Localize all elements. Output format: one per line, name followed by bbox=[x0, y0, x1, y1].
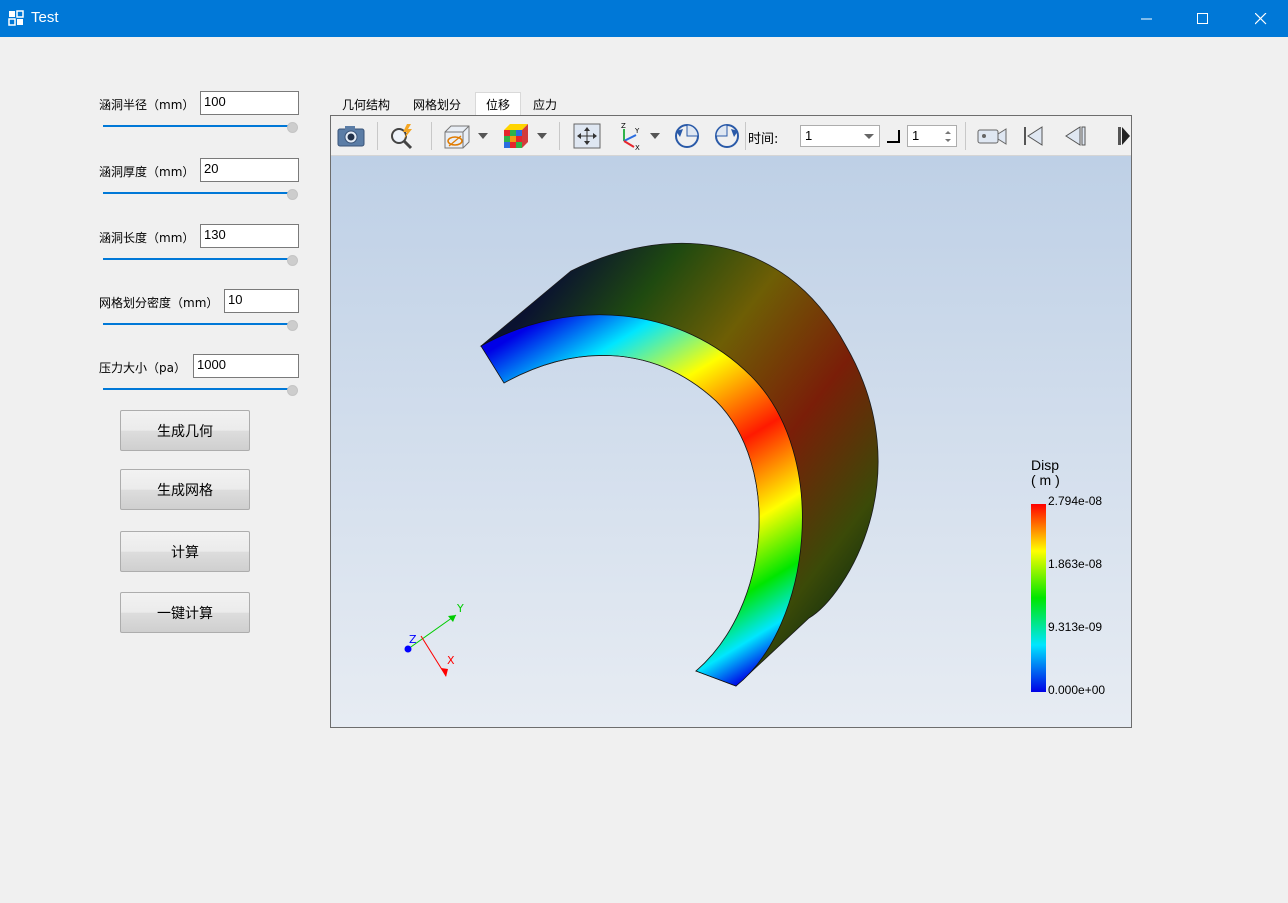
frame-spinbox[interactable]: 1 bbox=[907, 125, 957, 147]
legend-tick-mid-high: 1.863e-08 bbox=[1048, 557, 1103, 571]
minimize-button[interactable] bbox=[1124, 0, 1170, 37]
displacement-model: Y Z X bbox=[404, 242, 879, 687]
close-icon bbox=[1255, 12, 1267, 24]
legend-tick-max: 2.794e-08 bbox=[1048, 494, 1103, 508]
generate-mesh-button[interactable]: 生成网格 bbox=[120, 469, 250, 510]
radius-input[interactable]: 100 bbox=[200, 91, 299, 115]
cube-color-dropdown-arrow[interactable] bbox=[537, 133, 547, 139]
slider-track bbox=[103, 125, 289, 127]
slider-track bbox=[103, 323, 289, 325]
next-frame-icon[interactable] bbox=[1111, 121, 1131, 151]
tab-geometry[interactable]: 几何结构 bbox=[334, 92, 398, 116]
surface-style-dropdown-arrow[interactable] bbox=[478, 133, 488, 139]
param-label-radius: 涵洞半径（mm） bbox=[99, 98, 195, 112]
title-bar: Test bbox=[0, 0, 1288, 37]
legend-title: Disp ( m ) bbox=[1031, 458, 1060, 488]
fit-view-icon[interactable] bbox=[571, 121, 603, 151]
axes-orient-dropdown-arrow[interactable] bbox=[650, 133, 660, 139]
param-label-length: 涵洞长度（mm） bbox=[99, 231, 195, 245]
slider-track bbox=[103, 258, 289, 260]
legend-title-unit: ( m ) bbox=[1031, 472, 1060, 488]
legend-tick-mid-low: 9.313e-09 bbox=[1048, 620, 1103, 634]
video-camera-icon[interactable] bbox=[976, 121, 1008, 151]
thickness-slider[interactable] bbox=[103, 189, 299, 200]
rotate-ccw-icon[interactable] bbox=[671, 121, 703, 151]
toolbar-separator bbox=[745, 122, 746, 150]
spin-up-icon[interactable] bbox=[945, 131, 951, 134]
axes-orient-icon[interactable]: ZY X bbox=[613, 121, 645, 151]
legend-colorbar bbox=[1031, 504, 1046, 692]
tab-stress[interactable]: 应力 bbox=[525, 92, 565, 116]
slider-handle[interactable] bbox=[287, 122, 298, 133]
one-click-compute-button[interactable]: 一键计算 bbox=[120, 592, 250, 633]
slider-handle[interactable] bbox=[287, 320, 298, 331]
pressure-input[interactable]: 1000 bbox=[193, 354, 299, 378]
param-label-mesh-density: 网格划分密度（mm） bbox=[99, 296, 219, 310]
time-checkbox[interactable] bbox=[887, 130, 900, 143]
zoom-flash-icon[interactable] bbox=[386, 121, 418, 151]
length-input[interactable]: 130 bbox=[200, 224, 299, 248]
app-icon bbox=[8, 10, 24, 26]
maximize-button[interactable] bbox=[1180, 0, 1226, 37]
tab-mesh[interactable]: 网格划分 bbox=[405, 92, 469, 116]
camera-icon[interactable] bbox=[335, 121, 367, 151]
legend-title-quantity: Disp bbox=[1031, 457, 1060, 473]
minimize-icon bbox=[1141, 18, 1152, 19]
slider-handle[interactable] bbox=[287, 189, 298, 200]
generate-geometry-button[interactable]: 生成几何 bbox=[120, 410, 250, 451]
axis-y-label: Y bbox=[456, 602, 464, 615]
time-select-value: 1 bbox=[805, 128, 813, 143]
surface-style-icon[interactable] bbox=[441, 121, 473, 151]
chevron-down-icon bbox=[864, 134, 874, 139]
maximize-icon bbox=[1197, 12, 1208, 24]
thickness-input[interactable]: 20 bbox=[200, 158, 299, 182]
slider-handle[interactable] bbox=[287, 255, 298, 266]
first-frame-icon[interactable] bbox=[1017, 121, 1049, 151]
spin-down-icon[interactable] bbox=[945, 139, 951, 142]
previous-frame-icon[interactable] bbox=[1059, 121, 1091, 151]
viewer-toolbar: ZY X 时间: 1 1 bbox=[331, 116, 1131, 156]
svg-text:X: X bbox=[635, 144, 640, 151]
length-slider[interactable] bbox=[103, 255, 299, 266]
param-label-thickness: 涵洞厚度（mm） bbox=[99, 165, 195, 179]
rotate-cw-icon[interactable] bbox=[711, 121, 743, 151]
time-label: 时间: bbox=[748, 132, 779, 147]
frame-spinbox-value: 1 bbox=[912, 128, 920, 143]
viewer-panel: ZYX 时间: 1 1 Y Z X Disp (m) 2.794e-08 1… bbox=[330, 115, 1132, 728]
time-select[interactable]: 1 bbox=[800, 125, 880, 147]
slider-track bbox=[103, 388, 289, 390]
toolbar-separator bbox=[377, 122, 378, 150]
close-button[interactable] bbox=[1238, 0, 1284, 37]
toolbar-separator bbox=[559, 122, 560, 150]
svg-text:Z: Z bbox=[621, 122, 626, 130]
toolbar-separator bbox=[431, 122, 432, 150]
slider-track bbox=[103, 192, 289, 194]
cube-color-icon[interactable] bbox=[499, 121, 531, 151]
legend-tick-min: 0.000e+00 bbox=[1048, 683, 1106, 697]
toolbar-separator bbox=[965, 122, 966, 150]
param-label-pressure: 压力大小（pa） bbox=[99, 361, 186, 375]
axis-x-label: X bbox=[447, 654, 455, 667]
radius-slider[interactable] bbox=[103, 122, 299, 133]
axis-z-label: Z bbox=[409, 633, 417, 646]
tab-displacement[interactable]: 位移 bbox=[475, 92, 521, 116]
mesh-density-input[interactable]: 10 bbox=[224, 289, 299, 313]
pressure-slider[interactable] bbox=[103, 385, 299, 396]
slider-handle[interactable] bbox=[287, 385, 298, 396]
window-title: Test bbox=[31, 9, 59, 26]
render-viewport[interactable]: Y Z X Disp ( m ) 2.794e-08 1.863e-08 9.3… bbox=[331, 156, 1131, 727]
compute-button[interactable]: 计算 bbox=[120, 531, 250, 572]
svg-text:Y: Y bbox=[634, 127, 640, 135]
mesh-density-slider[interactable] bbox=[103, 320, 299, 331]
